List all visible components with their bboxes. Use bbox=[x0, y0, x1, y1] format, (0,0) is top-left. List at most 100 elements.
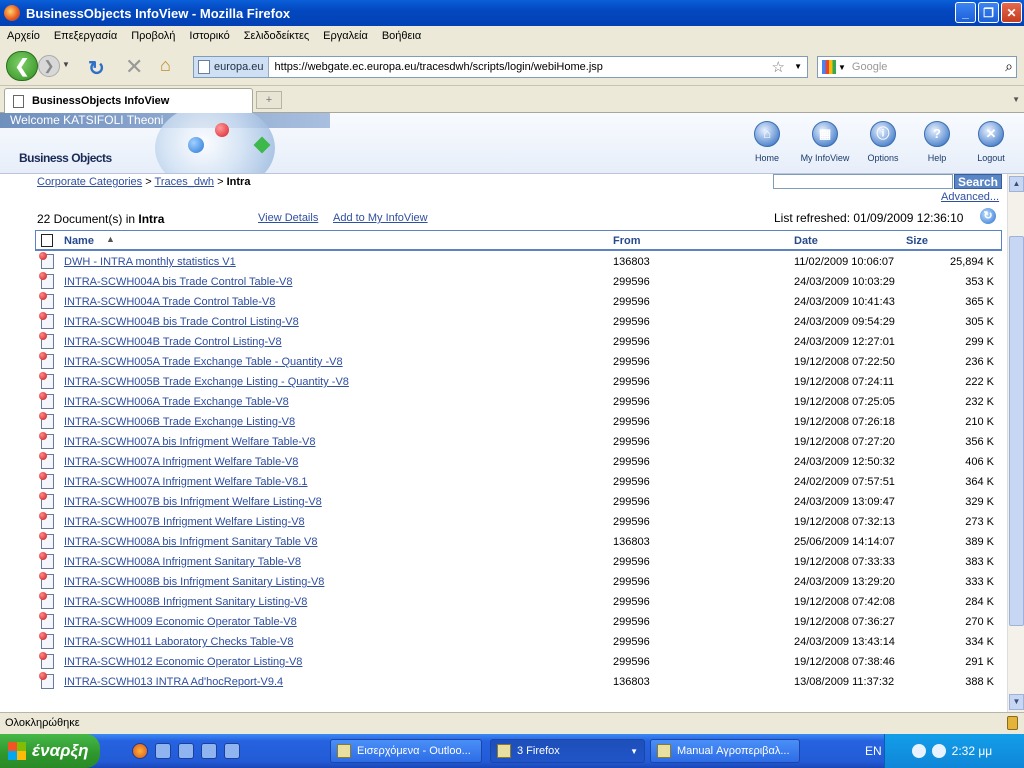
tray-icon[interactable] bbox=[931, 744, 946, 758]
document-link[interactable]: INTRA-SCWH008A Infrigment Sanitary Table… bbox=[64, 556, 301, 568]
search-icon[interactable]: ⌕ bbox=[1005, 58, 1013, 75]
report-icon[interactable] bbox=[39, 332, 54, 349]
quicklaunch-icon[interactable] bbox=[178, 743, 194, 759]
help-button[interactable]: ? Help bbox=[910, 121, 964, 163]
menu-view[interactable]: Προβολή bbox=[124, 30, 182, 42]
stop-icon[interactable]: ✕ bbox=[125, 54, 143, 80]
search-button[interactable]: Search bbox=[954, 174, 1002, 189]
menu-bookmarks[interactable]: Σελιδοδείκτες bbox=[237, 30, 316, 42]
document-link[interactable]: INTRA-SCWH007A bis Infrigment Welfare Ta… bbox=[64, 436, 315, 448]
back-button[interactable]: ❮ bbox=[6, 51, 38, 81]
scroll-up-icon[interactable]: ▲ bbox=[1009, 176, 1024, 192]
home-icon[interactable]: ⌂ bbox=[160, 55, 171, 76]
document-link[interactable]: INTRA-SCWH007B bis Infrigment Welfare Li… bbox=[64, 496, 322, 508]
document-link[interactable]: DWH - INTRA monthly statistics V1 bbox=[64, 256, 236, 268]
document-link[interactable]: INTRA-SCWH012 Economic Operator Listing-… bbox=[64, 656, 302, 668]
search-engine-placeholder[interactable]: Google bbox=[852, 61, 887, 73]
new-tab-button[interactable]: + bbox=[256, 91, 282, 109]
google-icon[interactable] bbox=[822, 60, 836, 74]
breadcrumb-traces-dwh[interactable]: Traces_dwh bbox=[155, 176, 215, 188]
report-icon[interactable] bbox=[39, 432, 54, 449]
column-from[interactable]: From bbox=[613, 235, 641, 247]
menu-tools[interactable]: Εργαλεία bbox=[316, 30, 375, 42]
document-link[interactable]: INTRA-SCWH004B Trade Control Listing-V8 bbox=[64, 336, 282, 348]
taskbar-outlook[interactable]: Εισερχόμενα - Outloo... bbox=[330, 739, 482, 763]
refresh-icon[interactable]: ↻ bbox=[980, 208, 996, 224]
my-infoview-button[interactable]: ▦ My InfoView bbox=[794, 121, 856, 163]
close-button[interactable]: ✕ bbox=[1001, 2, 1022, 23]
document-link[interactable]: INTRA-SCWH004A Trade Control Table-V8 bbox=[64, 296, 275, 308]
document-link[interactable]: INTRA-SCWH008A bis Infrigment Sanitary T… bbox=[64, 536, 318, 548]
column-date[interactable]: Date bbox=[794, 235, 818, 247]
history-dropdown-icon[interactable]: ▼ bbox=[62, 60, 70, 69]
report-icon[interactable] bbox=[39, 672, 54, 689]
scroll-down-icon[interactable]: ▼ bbox=[1009, 694, 1024, 710]
report-icon[interactable] bbox=[39, 452, 54, 469]
report-icon[interactable] bbox=[39, 312, 54, 329]
report-icon[interactable] bbox=[39, 552, 54, 569]
taskbar-group-dropdown-icon[interactable]: ▼ bbox=[630, 747, 638, 756]
menu-file[interactable]: Αρχείο bbox=[0, 30, 47, 42]
report-icon[interactable] bbox=[39, 372, 54, 389]
menu-edit[interactable]: Επεξεργασία bbox=[47, 30, 124, 42]
url-text[interactable]: https://webgate.ec.europa.eu/tracesdwh/s… bbox=[269, 61, 603, 73]
report-icon[interactable] bbox=[39, 632, 54, 649]
firefox-launch-icon[interactable] bbox=[132, 743, 148, 759]
view-details-link[interactable]: View Details bbox=[258, 212, 318, 224]
menu-help[interactable]: Βοήθεια bbox=[375, 30, 428, 42]
document-link[interactable]: INTRA-SCWH008B bis Infrigment Sanitary L… bbox=[64, 576, 324, 588]
report-icon[interactable] bbox=[39, 292, 54, 309]
report-icon[interactable] bbox=[39, 532, 54, 549]
minimize-button[interactable]: _ bbox=[955, 2, 976, 23]
bookmark-star-icon[interactable]: ☆ bbox=[772, 58, 785, 76]
report-icon[interactable] bbox=[39, 572, 54, 589]
language-indicator[interactable]: EN bbox=[865, 744, 882, 758]
tab-list-icon[interactable]: ▼ bbox=[1012, 95, 1020, 104]
report-icon[interactable] bbox=[39, 492, 54, 509]
scroll-thumb[interactable] bbox=[1009, 236, 1024, 626]
vertical-scrollbar[interactable]: ▲ ▼ bbox=[1007, 174, 1024, 712]
logout-button[interactable]: ✕ Logout bbox=[964, 121, 1018, 163]
taskbar-firefox[interactable]: 3 Firefox ▼ bbox=[490, 739, 645, 763]
menu-history[interactable]: Ιστορικό bbox=[182, 30, 236, 42]
report-icon[interactable] bbox=[39, 592, 54, 609]
document-link[interactable]: INTRA-SCWH005B Trade Exchange Listing - … bbox=[64, 376, 349, 388]
forward-button[interactable]: ❯ bbox=[38, 55, 60, 77]
report-icon[interactable] bbox=[39, 272, 54, 289]
document-link[interactable]: INTRA-SCWH004B bis Trade Control Listing… bbox=[64, 316, 299, 328]
engine-dropdown-icon[interactable]: ▼ bbox=[838, 63, 846, 72]
quicklaunch-icon[interactable] bbox=[224, 743, 240, 759]
start-button[interactable]: έναρξη bbox=[0, 734, 100, 768]
report-icon[interactable] bbox=[39, 412, 54, 429]
add-to-my-infoview-link[interactable]: Add to My InfoView bbox=[333, 212, 428, 224]
tab-infoview[interactable]: BusinessObjects InfoView bbox=[4, 88, 253, 113]
home-button[interactable]: ⌂ Home bbox=[740, 121, 794, 163]
advanced-search-link[interactable]: Advanced... bbox=[941, 191, 999, 203]
search-input[interactable] bbox=[773, 174, 953, 189]
report-icon[interactable] bbox=[39, 352, 54, 369]
site-identity[interactable]: europa.eu bbox=[194, 57, 269, 77]
report-icon[interactable] bbox=[39, 472, 54, 489]
options-button[interactable]: ⓘ Options bbox=[856, 121, 910, 163]
report-icon[interactable] bbox=[39, 652, 54, 669]
document-link[interactable]: INTRA-SCWH007A Infrigment Welfare Table-… bbox=[64, 476, 308, 488]
document-link[interactable]: INTRA-SCWH004A bis Trade Control Table-V… bbox=[64, 276, 292, 288]
search-engine-box[interactable]: ▼ Google ⌕ bbox=[817, 56, 1017, 78]
column-name[interactable]: Name bbox=[64, 235, 94, 247]
report-icon[interactable] bbox=[39, 252, 54, 269]
tray-icon[interactable] bbox=[911, 744, 926, 758]
url-bar[interactable]: europa.eu https://webgate.ec.europa.eu/t… bbox=[193, 56, 808, 78]
column-size[interactable]: Size bbox=[906, 235, 928, 247]
document-link[interactable]: INTRA-SCWH008B Infrigment Sanitary Listi… bbox=[64, 596, 307, 608]
reload-icon[interactable]: ↻ bbox=[88, 56, 105, 81]
document-link[interactable]: INTRA-SCWH006A Trade Exchange Table-V8 bbox=[64, 396, 289, 408]
quicklaunch-icon[interactable] bbox=[155, 743, 171, 759]
quicklaunch-icon[interactable] bbox=[201, 743, 217, 759]
document-link[interactable]: INTRA-SCWH005A Trade Exchange Table - Qu… bbox=[64, 356, 343, 368]
report-icon[interactable] bbox=[39, 512, 54, 529]
document-link[interactable]: INTRA-SCWH007B Infrigment Welfare Listin… bbox=[64, 516, 305, 528]
report-icon[interactable] bbox=[39, 392, 54, 409]
document-link[interactable]: INTRA-SCWH007A Infrigment Welfare Table-… bbox=[64, 456, 298, 468]
lock-icon[interactable] bbox=[1007, 716, 1018, 730]
document-link[interactable]: INTRA-SCWH009 Economic Operator Table-V8 bbox=[64, 616, 297, 628]
